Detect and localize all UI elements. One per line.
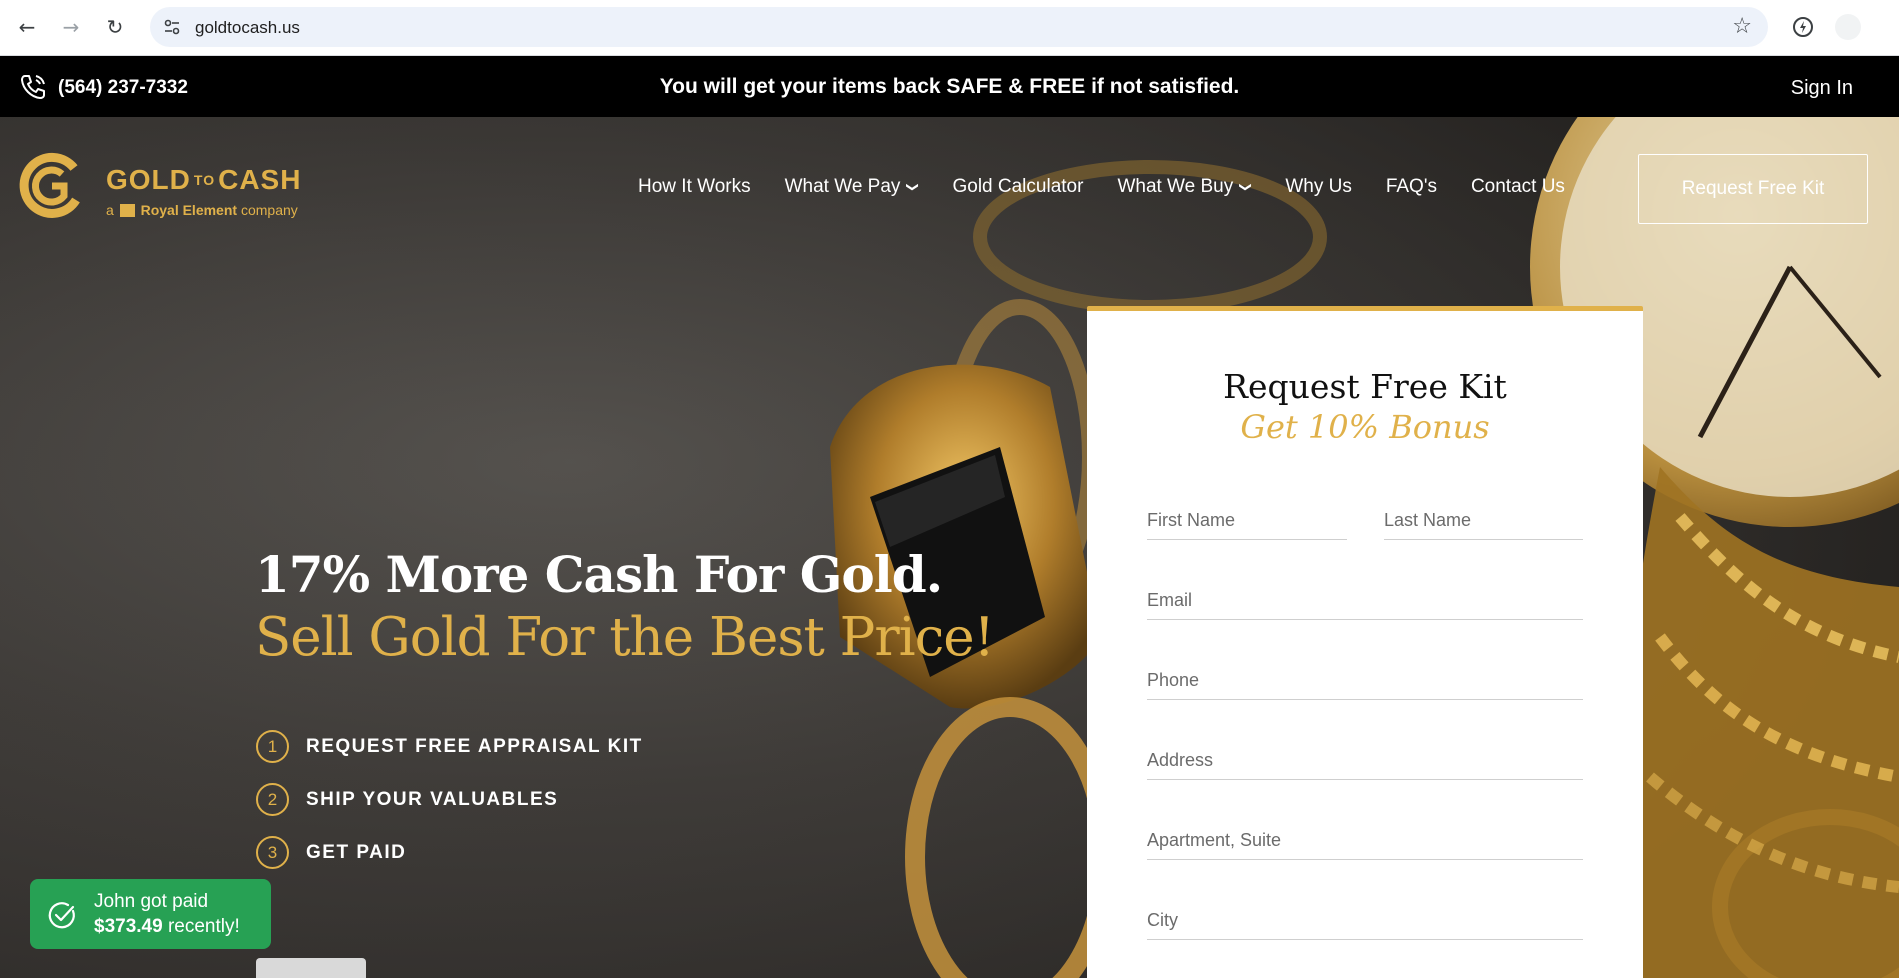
step-item: 3 GET PAID bbox=[256, 836, 643, 869]
step-item: 2 SHIP YOUR VALUABLES bbox=[256, 783, 643, 816]
request-free-kit-button[interactable]: Request Free Kit bbox=[1638, 154, 1868, 224]
nav-contact-us[interactable]: Contact Us bbox=[1471, 176, 1565, 198]
browser-toolbar: ← → ↻ goldtocash.us ☆ bbox=[0, 0, 1899, 56]
toast-line-2: $373.49 recently! bbox=[94, 916, 240, 938]
city-field bbox=[1147, 894, 1583, 940]
toast-suffix: recently! bbox=[162, 916, 240, 937]
logo-mark-icon bbox=[19, 152, 80, 218]
tagline-brand: Royal Element bbox=[140, 202, 238, 218]
last-name-input[interactable] bbox=[1384, 494, 1583, 539]
step-label: SHIP YOUR VALUABLES bbox=[306, 788, 559, 810]
logo-tagline: a Royal Element company bbox=[106, 202, 298, 218]
address-input[interactable] bbox=[1147, 734, 1583, 779]
recent-payment-toast: John got paid $373.49 recently! bbox=[30, 879, 271, 949]
step-label: GET PAID bbox=[306, 841, 407, 863]
nav-what-we-buy[interactable]: What We Buy ❯ bbox=[1117, 176, 1254, 198]
profile-avatar[interactable] bbox=[1835, 14, 1861, 40]
first-name-input[interactable] bbox=[1147, 494, 1347, 539]
step-number: 2 bbox=[256, 783, 289, 816]
main-navigation: How It Works What We Pay ❯ Gold Calculato… bbox=[638, 176, 1599, 198]
forward-button[interactable]: → bbox=[58, 14, 84, 40]
step-number: 3 bbox=[256, 836, 289, 869]
url-text: goldtocash.us bbox=[195, 18, 300, 37]
address-bar[interactable]: goldtocash.us ☆ bbox=[150, 7, 1768, 47]
announcement-bar: (564) 237-7332 You will get your items b… bbox=[0, 56, 1899, 117]
nav-label: Contact Us bbox=[1470, 176, 1565, 197]
phone-field bbox=[1147, 654, 1583, 700]
nav-how-it-works[interactable]: How It Works bbox=[638, 176, 751, 198]
steps-list: 1 REQUEST FREE APPRAISAL KIT 2 SHIP YOUR… bbox=[256, 730, 643, 889]
bookmark-star-icon[interactable]: ☆ bbox=[1732, 14, 1752, 39]
email-input[interactable] bbox=[1147, 574, 1583, 619]
apartment-field bbox=[1147, 814, 1583, 860]
form-title: Request Free Kit bbox=[1223, 367, 1507, 406]
logo-word-to: TO bbox=[193, 172, 216, 188]
nav-why-us[interactable]: Why Us bbox=[1285, 176, 1352, 198]
nav-what-we-pay[interactable]: What We Pay ❯ bbox=[784, 176, 921, 198]
nav-label: How It Works bbox=[638, 176, 751, 197]
nav-label: What We Pay bbox=[784, 176, 901, 197]
nav-label: Why Us bbox=[1285, 176, 1352, 197]
nav-gold-calculator[interactable]: Gold Calculator bbox=[952, 176, 1083, 198]
toast-line-1: John got paid bbox=[94, 891, 209, 912]
last-name-field bbox=[1384, 494, 1583, 540]
step-label: REQUEST FREE APPRAISAL KIT bbox=[306, 735, 643, 757]
form-bonus-text: Get 10% Bonus bbox=[1240, 408, 1490, 446]
email-field bbox=[1147, 574, 1583, 620]
check-circle-icon bbox=[48, 902, 75, 929]
nav-label: FAQ's bbox=[1385, 176, 1437, 197]
phone-input[interactable] bbox=[1147, 654, 1583, 699]
nav-faqs[interactable]: FAQ's bbox=[1386, 176, 1437, 198]
back-button[interactable]: ← bbox=[14, 14, 40, 40]
sign-in-link[interactable]: Sign In bbox=[1791, 77, 1853, 100]
tagline-suffix: company bbox=[240, 202, 298, 218]
guarantee-message: You will get your items back SAFE & FREE… bbox=[659, 75, 1240, 98]
nav-label: What We Buy bbox=[1117, 176, 1234, 197]
logo-wordmark: GOLD TO CASH bbox=[106, 164, 301, 196]
address-field bbox=[1147, 734, 1583, 780]
step-number: 1 bbox=[256, 730, 289, 763]
chevron-down-icon: ❯ bbox=[1239, 181, 1254, 193]
city-input[interactable] bbox=[1147, 894, 1583, 939]
hero-headline: 17% More Cash For Gold. bbox=[255, 545, 943, 604]
toast-amount: $373.49 bbox=[94, 916, 163, 937]
logo-word-cash: CASH bbox=[218, 164, 302, 195]
hero-subheadline: Sell Gold For the Best Price! bbox=[255, 607, 995, 668]
tagline-prefix: a bbox=[106, 202, 114, 218]
logo-word-gold: GOLD bbox=[106, 164, 191, 195]
crown-icon bbox=[119, 204, 135, 217]
reload-button[interactable]: ↻ bbox=[102, 14, 128, 40]
request-kit-form-card: Request Free Kit Get 10% Bonus bbox=[1087, 306, 1643, 978]
gold-to-cash-logo[interactable]: GOLD TO CASH a Royal Element company bbox=[18, 150, 318, 225]
step-item: 1 REQUEST FREE APPRAISAL KIT bbox=[256, 730, 643, 763]
nav-label: Gold Calculator bbox=[952, 176, 1084, 197]
extension-icon[interactable] bbox=[1790, 14, 1816, 40]
chevron-down-icon: ❯ bbox=[906, 181, 921, 193]
site-settings-icon[interactable] bbox=[162, 17, 182, 37]
rating-badge bbox=[256, 958, 366, 978]
apartment-input[interactable] bbox=[1147, 814, 1583, 859]
first-name-field bbox=[1147, 494, 1347, 540]
